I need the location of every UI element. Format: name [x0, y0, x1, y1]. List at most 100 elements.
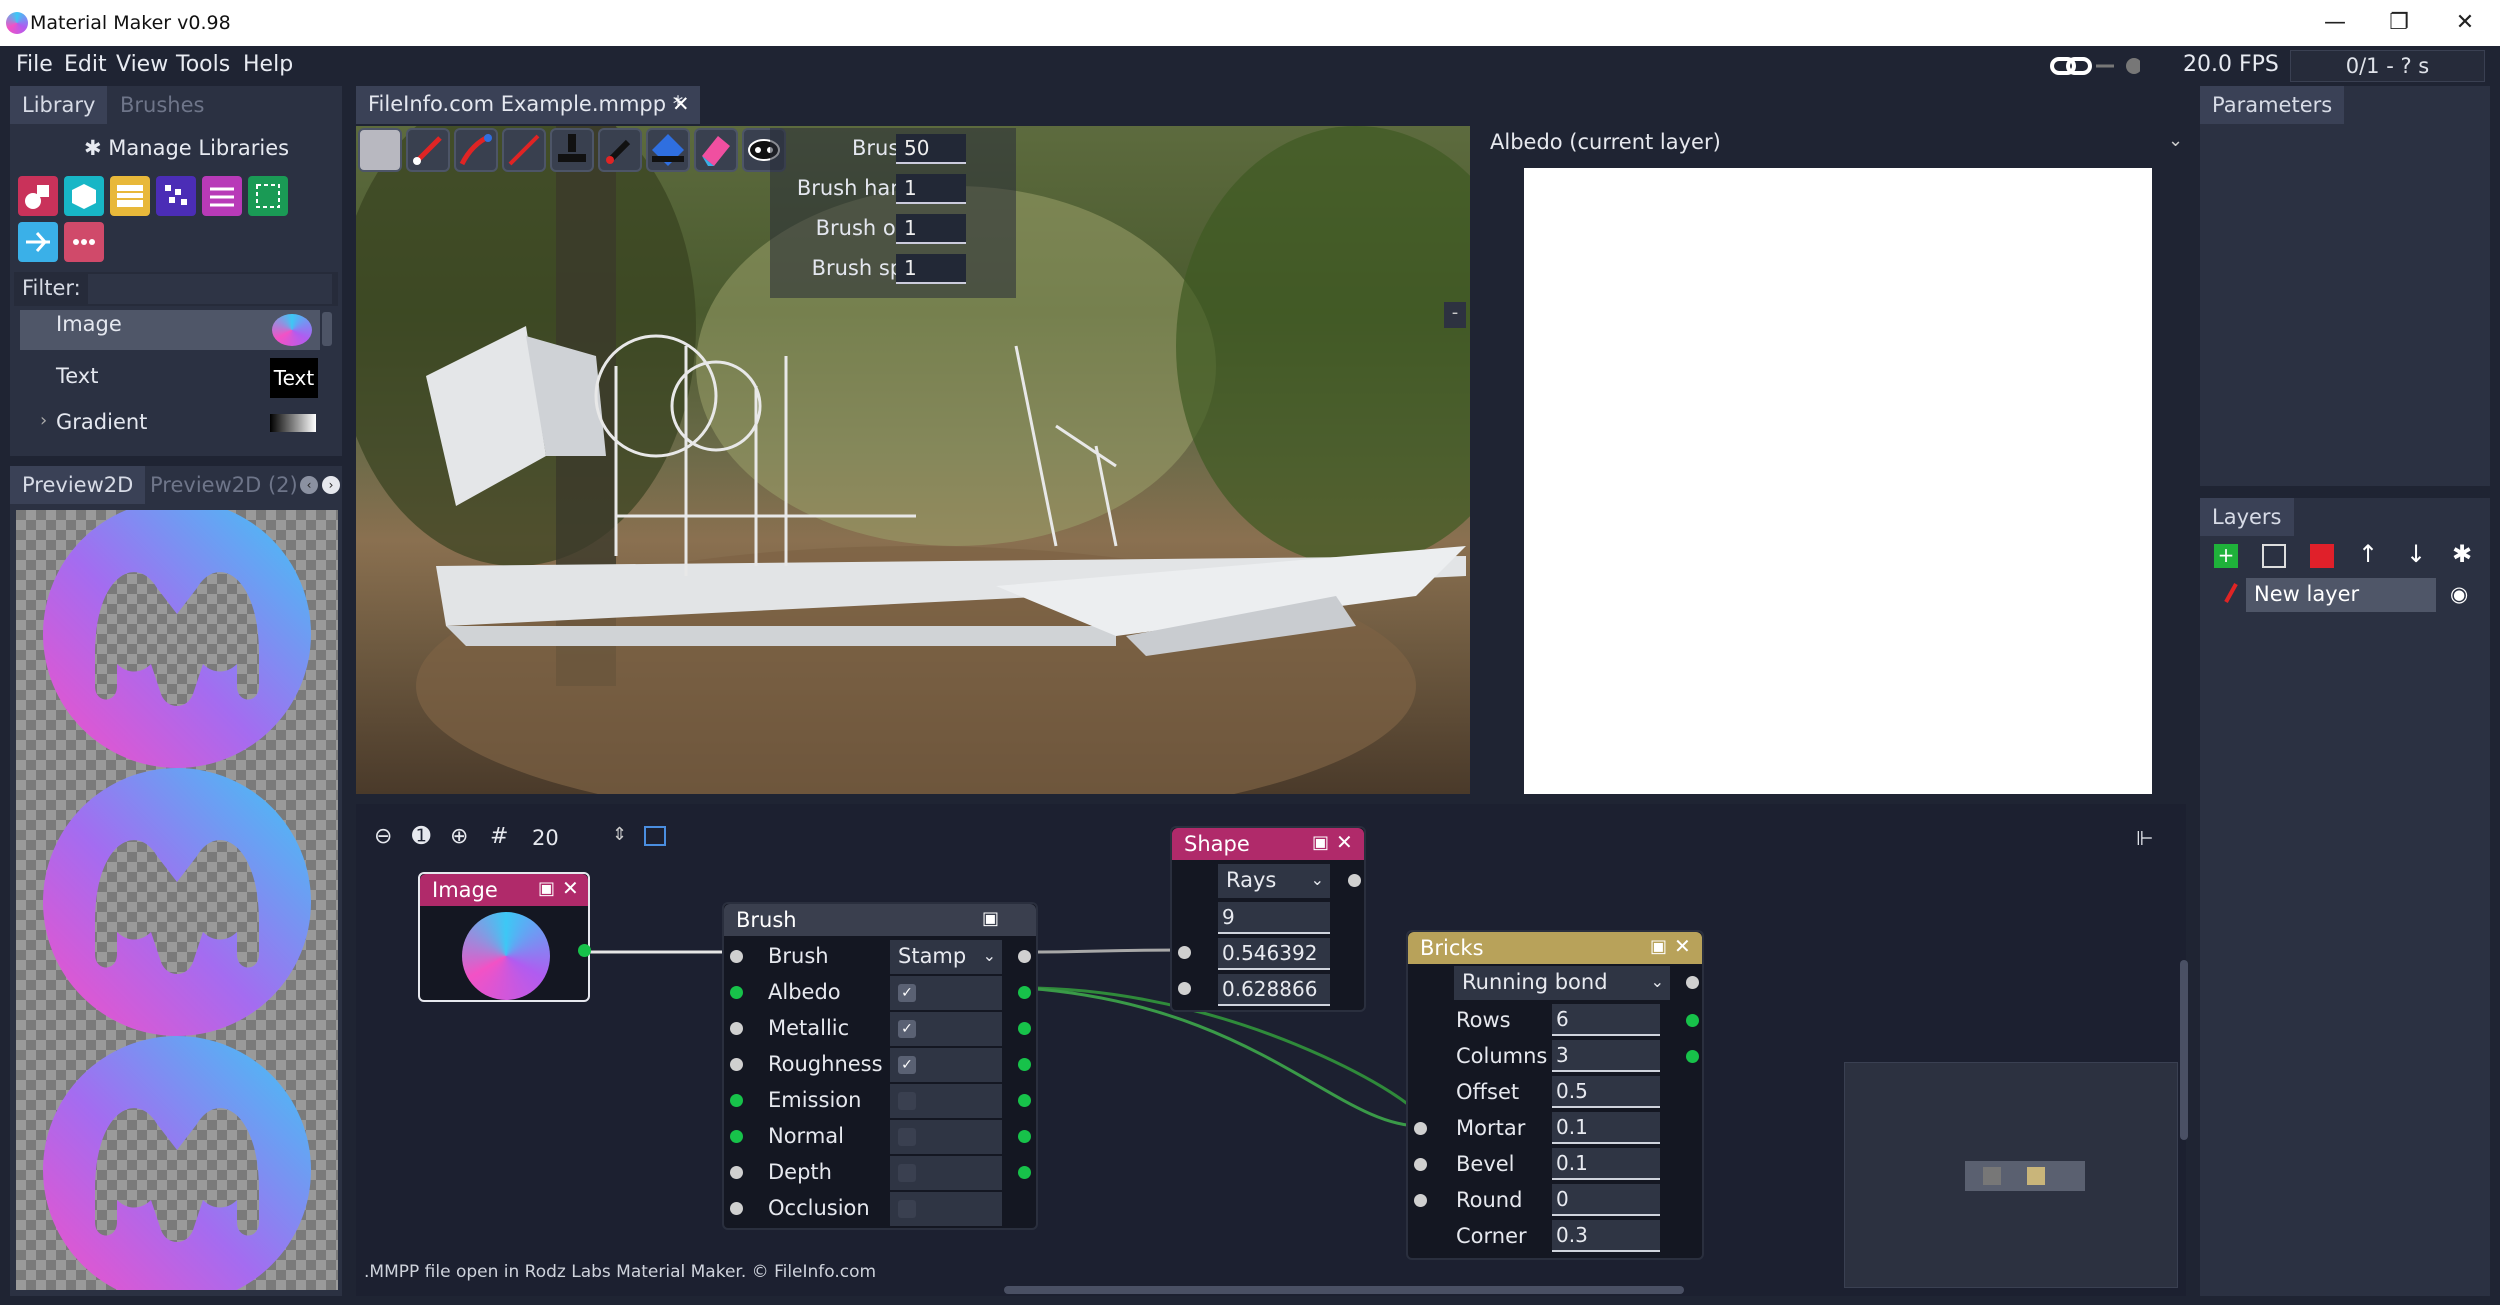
depth-input-port[interactable] — [730, 1166, 743, 1179]
menu-edit[interactable]: Edit — [64, 52, 107, 77]
tool-free-icon[interactable] — [358, 128, 402, 172]
node-close-icon[interactable]: ✕ — [1674, 934, 1691, 958]
bricks-output-port[interactable] — [1686, 976, 1699, 989]
depth-output-port[interactable] — [1018, 1166, 1031, 1179]
shape-radius-input-port[interactable] — [1178, 946, 1191, 959]
minimap-viewport[interactable] — [1965, 1161, 2085, 1191]
tab-preview2d[interactable]: Preview2D — [10, 466, 146, 504]
filter-input[interactable] — [88, 274, 332, 304]
manage-libraries-button[interactable]: ✱ Manage Libraries — [84, 136, 289, 160]
category-pattern-icon[interactable] — [110, 176, 150, 216]
close-window-button[interactable]: ✕ — [2440, 8, 2490, 38]
node-preview-toggle-icon[interactable]: ▣ — [1650, 936, 1667, 957]
albedo-input-port[interactable] — [730, 986, 743, 999]
normal-input-port[interactable] — [730, 1130, 743, 1143]
category-simple-icon[interactable] — [18, 176, 58, 216]
node-preview-toggle-icon[interactable]: ▣ — [538, 878, 555, 899]
category-filter-icon[interactable] — [202, 176, 242, 216]
tool-paint-icon[interactable] — [406, 128, 450, 172]
round-field[interactable]: 0 — [1552, 1184, 1660, 1216]
round-input-port[interactable] — [1414, 1194, 1427, 1207]
shape-edge-input-port[interactable] — [1178, 982, 1191, 995]
tab-preview2d-2[interactable]: Preview2D (2) — [138, 466, 310, 504]
image-output-port[interactable] — [578, 944, 591, 957]
tool-brush-icon[interactable] — [454, 128, 498, 172]
albedo-preview[interactable] — [1524, 168, 2152, 794]
occlusion-checkbox[interactable] — [898, 1200, 916, 1218]
tab-document[interactable]: FileInfo.com Example.mmpp * ✕ — [356, 86, 700, 124]
columns-field[interactable]: 3 — [1552, 1040, 1660, 1072]
chevron-down-icon[interactable]: ⌄ — [2168, 130, 2183, 151]
bevel-field[interactable]: 0.1 — [1552, 1148, 1660, 1180]
brush-output-port[interactable] — [1018, 950, 1031, 963]
tab-parameters[interactable]: Parameters — [2200, 86, 2345, 124]
roughness-checkbox[interactable]: ✓ — [898, 1056, 916, 1074]
link-icon[interactable] — [2050, 52, 2140, 82]
library-item-image[interactable]: Image — [20, 310, 320, 350]
menu-file[interactable]: File — [16, 52, 53, 77]
category-misc-icon[interactable] — [64, 222, 104, 262]
depth-checkbox[interactable] — [898, 1164, 916, 1182]
preview2d-image[interactable] — [16, 510, 338, 1290]
close-tab-icon[interactable]: ✕ — [672, 92, 690, 116]
albedo-header[interactable]: Albedo (current layer) ⌄ — [1480, 126, 2190, 160]
shape-node[interactable]: Shape ▣ ✕ Rays ⌄ 9 0.546392 0.628866 — [1170, 826, 1366, 1012]
duplicate-layer-icon[interactable] — [2262, 544, 2286, 568]
collapse-params-button[interactable]: - — [1444, 302, 1466, 328]
node-close-icon[interactable]: ✕ — [1336, 830, 1353, 854]
brush-size-field[interactable]: 50 — [896, 134, 966, 164]
albedo-checkbox[interactable]: ✓ — [898, 984, 916, 1002]
next-tab-icon[interactable]: › — [322, 476, 340, 494]
emission-output-port[interactable] — [1018, 1094, 1031, 1107]
node-close-icon[interactable]: ✕ — [562, 876, 579, 900]
brush-type-dropdown[interactable]: Stamp ⌄ — [890, 940, 1002, 974]
category-workflow-icon[interactable] — [18, 222, 58, 262]
mortar-field[interactable]: 0.1 — [1552, 1112, 1660, 1144]
occlusion-input-port[interactable] — [730, 1202, 743, 1215]
shape-edge-field[interactable]: 0.628866 — [1218, 974, 1330, 1006]
tab-layers[interactable]: Layers — [2200, 498, 2294, 536]
offset-field[interactable]: 0.5 — [1552, 1076, 1660, 1108]
menu-tools[interactable]: Tools — [176, 52, 230, 77]
metallic-checkbox[interactable]: ✓ — [898, 1020, 916, 1038]
bricks-output-port-3[interactable] — [1686, 1050, 1699, 1063]
graph-horizontal-scrollbar[interactable] — [1004, 1286, 1684, 1294]
maximize-button[interactable]: ❐ — [2374, 8, 2424, 38]
graph-vertical-scrollbar[interactable] — [2180, 960, 2188, 1140]
brush-node[interactable]: Brush ▣ Brush Stamp ⌄ Albedo ✓ Metallic ✓… — [722, 902, 1038, 1230]
shape-output-port[interactable] — [1348, 874, 1361, 887]
visibility-eye-icon[interactable]: ◉ — [2450, 582, 2468, 606]
category-noise-icon[interactable] — [156, 176, 196, 216]
bricks-output-port-2[interactable] — [1686, 1014, 1699, 1027]
library-scrollbar[interactable] — [322, 312, 332, 346]
layer-row[interactable]: New layer — [2246, 578, 2436, 612]
shape-radius-field[interactable]: 0.546392 — [1218, 938, 1330, 970]
category-3d-icon[interactable] — [64, 176, 104, 216]
brush-opacity-field[interactable]: 1 — [896, 214, 966, 244]
image-node[interactable]: Image ▣ ✕ — [418, 872, 591, 1002]
library-item-gradient[interactable]: Gradient — [56, 410, 147, 434]
graph-minimap[interactable] — [1844, 1062, 2178, 1288]
move-up-icon[interactable]: ↑ — [2358, 540, 2378, 568]
bricks-pattern-dropdown[interactable]: Running bond ⌄ — [1454, 966, 1670, 1000]
tab-brushes[interactable]: Brushes — [108, 86, 216, 124]
add-layer-icon[interactable]: + — [2214, 544, 2238, 568]
tool-fill-icon[interactable] — [646, 128, 690, 172]
prev-tab-icon[interactable]: ‹ — [300, 476, 318, 494]
move-down-icon[interactable]: ↓ — [2406, 540, 2426, 568]
delete-layer-icon[interactable] — [2310, 544, 2334, 568]
tool-picker-icon[interactable] — [598, 128, 642, 172]
rows-field[interactable]: 6 — [1552, 1004, 1660, 1036]
metallic-input-port[interactable] — [730, 1022, 743, 1035]
tab-library[interactable]: Library — [10, 86, 108, 124]
shape-sides-field[interactable]: 9 — [1218, 902, 1330, 934]
menu-help[interactable]: Help — [243, 52, 293, 77]
brush-input-port[interactable] — [730, 950, 743, 963]
minimize-button[interactable]: — — [2310, 8, 2360, 38]
tool-eraser-icon[interactable] — [694, 128, 738, 172]
node-preview-toggle-icon[interactable]: ▣ — [982, 908, 999, 929]
bricks-node[interactable]: Bricks ▣ ✕ Running bond ⌄ Rows 6 Columns … — [1406, 930, 1704, 1260]
menu-view[interactable]: View — [116, 52, 168, 77]
roughness-output-port[interactable] — [1018, 1058, 1031, 1071]
corner-field[interactable]: 0.3 — [1552, 1220, 1660, 1252]
